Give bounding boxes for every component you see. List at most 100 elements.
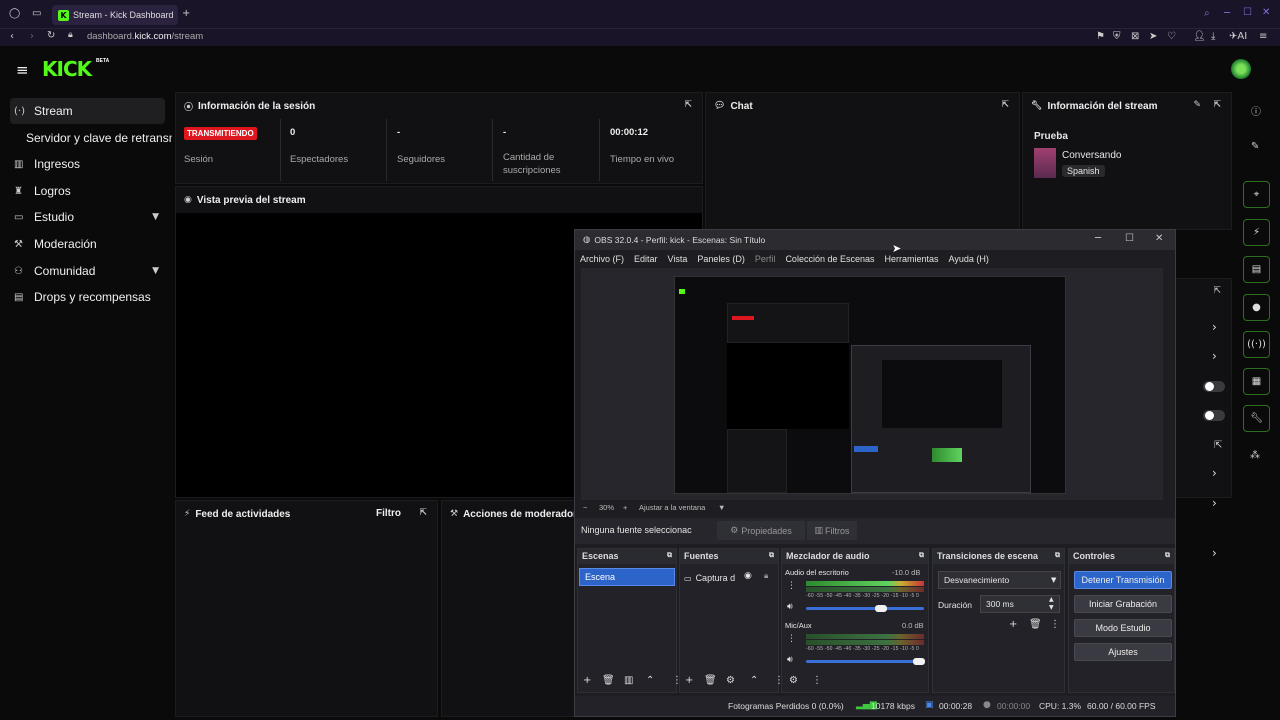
duration-field[interactable]: 300 ms ▲ ▼ (980, 595, 1060, 613)
sidebar-item-moderacion[interactable]: ⚒ Moderación (10, 231, 165, 257)
browser-tab[interactable]: K Stream - Kick Dashboard (52, 5, 178, 25)
float-icon[interactable]: ⧉ (919, 551, 924, 560)
user-avatar[interactable] (1231, 59, 1251, 79)
sidebar-item-server-key[interactable]: Servidor y clave de retransmi (22, 125, 172, 151)
chevron-right-icon[interactable]: › (1212, 466, 1217, 480)
visibility-icon[interactable]: ◉ (744, 571, 752, 581)
sidebar-item-comunidad[interactable]: ⚇ Comunidad ▼ (10, 258, 165, 284)
shield-icon[interactable]: ⛨ (1113, 31, 1121, 42)
popout-icon[interactable]: ⇱ (684, 100, 692, 110)
start-recording-button[interactable]: Iniciar Grabación (1074, 595, 1172, 613)
menu-vista[interactable]: Vista (668, 254, 688, 264)
sidebar-item-stream[interactable]: (·) Stream (10, 98, 165, 124)
chevron-down-icon[interactable]: ▼ (718, 503, 725, 512)
add-icon[interactable]: + (583, 675, 591, 686)
float-icon[interactable]: ⧉ (769, 551, 774, 560)
float-icon[interactable]: ⧉ (1165, 551, 1170, 560)
profile-icon[interactable]: 👤︎ (1193, 31, 1206, 42)
properties-button[interactable]: ⚙ Propiedades (717, 521, 805, 540)
more-icon[interactable]: ⋮ (812, 675, 822, 686)
back-icon[interactable]: ‹ (10, 31, 14, 42)
popout-icon[interactable]: ⇱ (1214, 440, 1222, 451)
menu-ayuda[interactable]: Ayuda (H) (949, 254, 989, 264)
add-icon[interactable]: + (685, 675, 693, 686)
sidebar-item-ingresos[interactable]: ▥ Ingresos (10, 151, 165, 177)
float-icon[interactable]: ⧉ (1055, 551, 1060, 560)
url-field[interactable]: dashboard.kick.com/stream (87, 31, 203, 42)
move-up-icon[interactable]: ⌃ (750, 675, 758, 686)
popout-icon[interactable]: ⇱ (1213, 100, 1221, 110)
info-icon[interactable]: ⓘ (1251, 103, 1261, 118)
settings-button[interactable]: Ajustes (1074, 643, 1172, 661)
popout-icon[interactable]: ⇱ (1001, 100, 1009, 110)
hamburger-menu-icon[interactable]: ≡ (16, 61, 29, 79)
settings-icon[interactable]: ⚙ (789, 675, 798, 686)
apps-icon[interactable]: ⁂ (1250, 450, 1260, 461)
sidebar-item-logros[interactable]: ♜ Logros (10, 178, 165, 204)
menu-icon[interactable]: ≡ (1259, 31, 1267, 42)
move-up-icon[interactable]: ⌃ (646, 675, 654, 686)
rail-button-layout[interactable]: ▦ (1243, 368, 1270, 395)
chevron-right-icon[interactable]: › (1212, 320, 1217, 334)
popout-icon[interactable]: ⇱ (1213, 286, 1221, 296)
toggle-switch[interactable] (1203, 381, 1225, 392)
menu-coleccion[interactable]: Colección de Escenas (785, 254, 874, 264)
block-icon[interactable]: ⊠ (1131, 31, 1139, 42)
send-icon[interactable]: ➤ (1149, 31, 1157, 42)
transition-select[interactable]: Desvanecimiento ▼ (938, 571, 1061, 589)
rail-button-bolt[interactable]: ⚡︎ (1243, 219, 1270, 246)
maximize-icon[interactable]: ☐ (1243, 7, 1252, 18)
reload-icon[interactable]: ↻ (47, 30, 55, 41)
kick-logo[interactable]: KICK (42, 57, 92, 81)
float-icon[interactable]: ⧉ (667, 551, 672, 560)
obs-maximize-icon[interactable]: ☐ (1125, 233, 1134, 244)
heart-icon[interactable]: ♡ (1167, 31, 1176, 42)
volume-knob[interactable] (913, 658, 925, 665)
chevron-right-icon[interactable]: › (1212, 349, 1217, 363)
close-icon[interactable]: ✕ (1262, 7, 1270, 18)
speaker-icon[interactable]: 🔊︎ (787, 655, 793, 665)
fit-window-button[interactable]: Ajustar a la ventana (639, 503, 705, 512)
scene-item[interactable]: Escena (579, 568, 675, 586)
lock-icon[interactable]: 🔒︎ (764, 571, 768, 581)
menu-archivo[interactable]: Archivo (F) (580, 254, 624, 264)
stop-streaming-button[interactable]: Detener Transmisión (1074, 571, 1172, 589)
sidebar-item-estudio[interactable]: ▭ Estudio ▼ (10, 204, 165, 230)
chevron-right-icon[interactable]: › (1212, 546, 1217, 560)
zoom-out-button[interactable]: − (583, 503, 587, 512)
popout-icon[interactable]: ⇱ (419, 508, 427, 518)
trash-icon[interactable]: 🗑︎ (1029, 619, 1042, 630)
rail-button-chat[interactable]: ● (1243, 294, 1270, 321)
obs-close-icon[interactable]: ✕ (1155, 233, 1163, 244)
rail-button-notes[interactable]: ▤ (1243, 256, 1270, 283)
volume-slider[interactable] (806, 660, 924, 663)
more-icon[interactable]: ⋮ (787, 581, 796, 591)
more-icon[interactable]: ⋮ (787, 634, 796, 644)
forward-icon[interactable]: › (30, 31, 34, 42)
menu-perfil[interactable]: Perfil (755, 254, 776, 264)
trash-icon[interactable]: 🗑︎ (602, 675, 615, 686)
new-tab-button[interactable]: + (182, 8, 190, 19)
tab-overview-icon[interactable]: ▭ (32, 8, 41, 19)
zoom-in-button[interactable]: + (623, 503, 627, 512)
volume-knob[interactable] (875, 605, 887, 612)
speaker-icon[interactable]: 🔊︎ (787, 602, 793, 612)
edit-icon[interactable]: ✎ (1193, 100, 1201, 110)
filters-button[interactable]: ▥ Filtros (807, 521, 857, 540)
add-icon[interactable]: + (1009, 619, 1017, 630)
search-icon[interactable]: ⌕ (1204, 8, 1210, 19)
minimize-icon[interactable]: ─ (1224, 8, 1230, 19)
menu-paneles[interactable]: Paneles (D) (697, 254, 745, 264)
rail-button-broadcast[interactable]: ((·)) (1243, 331, 1270, 358)
source-item[interactable]: ▭ Captura d ◉ 🔒︎ (684, 571, 776, 585)
more-icon[interactable]: ⋮ (1050, 619, 1060, 630)
download-icon[interactable]: ⤓ (1211, 31, 1215, 42)
studio-mode-button[interactable]: Modo Estudio (1074, 619, 1172, 637)
obs-minimize-icon[interactable]: ─ (1095, 233, 1101, 244)
volume-slider[interactable] (806, 607, 924, 610)
menu-herramientas[interactable]: Herramientas (885, 254, 939, 264)
stepper-icon[interactable]: ▲ ▼ (1049, 596, 1054, 612)
sidebar-item-drops[interactable]: ▤ Drops y recompensas (10, 284, 165, 310)
rail-button-camera[interactable]: ⌖ (1243, 181, 1270, 208)
bookmark-icon[interactable]: ⚑ (1096, 31, 1105, 42)
